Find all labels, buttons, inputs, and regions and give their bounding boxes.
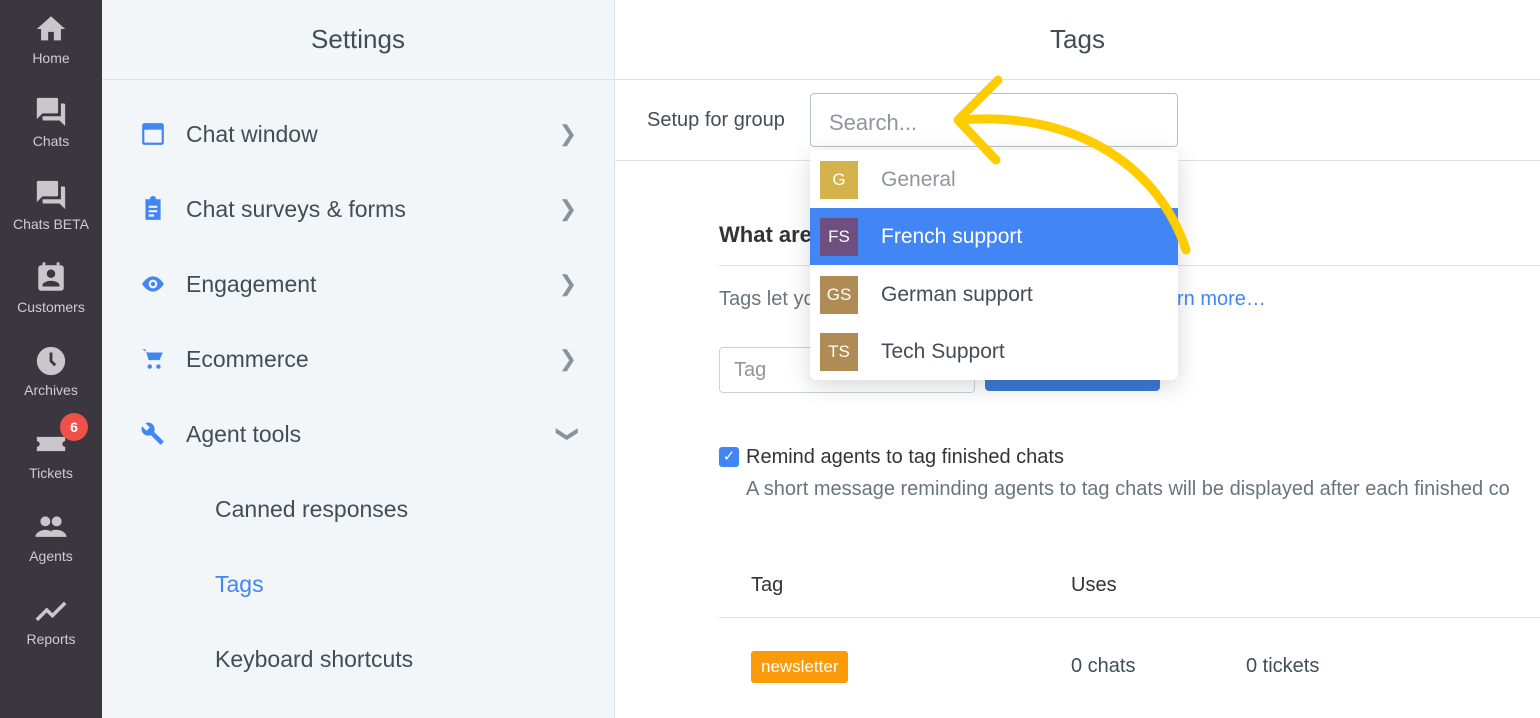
- annotation-arrow: [953, 75, 1191, 255]
